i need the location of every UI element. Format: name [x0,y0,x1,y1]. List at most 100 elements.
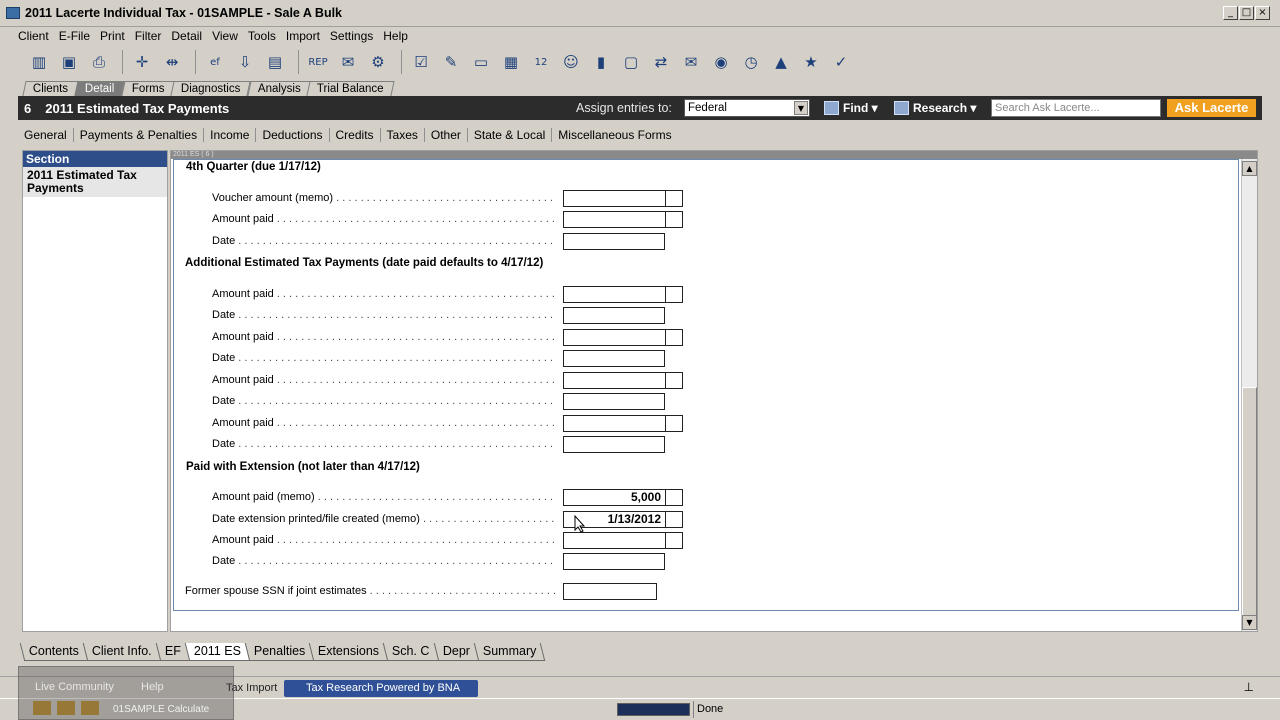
client-list-icon[interactable]: ▥ [26,49,52,75]
tab-clients[interactable]: Clients [22,81,79,96]
amount-paid-input[interactable] [563,286,666,303]
chart-icon[interactable]: ▮ [588,49,614,75]
ask-lacerte-button[interactable]: Ask Lacerte [1167,99,1256,117]
category-credits[interactable]: Credits [330,128,381,142]
date-input[interactable] [563,307,665,324]
menu-efile[interactable]: E-File [59,29,90,43]
tab-2011-es[interactable]: 2011 ES [184,643,251,661]
category-income[interactable]: Income [204,128,257,142]
move-icon[interactable]: ✛ [129,49,155,75]
category-deductions[interactable]: Deductions [256,128,330,142]
maximize-button[interactable]: □ [1239,6,1254,20]
efile-icon[interactable]: ef [202,49,228,75]
resize-icon[interactable]: ⇹ [159,49,185,75]
scroll-down-icon[interactable]: ▼ [1242,615,1257,630]
tab-contents[interactable]: Contents [19,643,89,661]
category-state-local[interactable]: State & Local [468,128,553,142]
amount-paid-input[interactable] [563,329,666,346]
menu-client[interactable]: Client [18,29,49,43]
research-button[interactable]: Research ▾ [894,101,976,115]
tab-forms[interactable]: Forms [120,81,175,96]
organizer-icon[interactable]: ✉ [335,49,361,75]
search-input[interactable]: Search Ask Lacerte... [991,99,1161,117]
folder-icon[interactable]: ▢ [618,49,644,75]
field-flag-box[interactable] [665,211,683,228]
tab-summary[interactable]: Summary [473,643,546,661]
date-input[interactable] [563,553,665,570]
check-icon[interactable]: ✓ [828,49,854,75]
tab-penalties[interactable]: Penalties [244,643,315,661]
menu-view[interactable]: View [212,29,238,43]
help-button[interactable]: Help [141,681,164,693]
field-flag-box[interactable] [665,415,683,432]
section-item[interactable]: 2011 Estimated Tax Payments [23,167,167,197]
report-icon[interactable]: REP [305,49,331,75]
field-flag-box[interactable] [665,329,683,346]
chevron-down-icon[interactable]: ▼ [794,101,808,115]
category-taxes[interactable]: Taxes [381,128,425,142]
field-flag-box[interactable] [665,532,683,549]
menu-settings[interactable]: Settings [330,29,373,43]
number-icon[interactable]: 12 [528,49,554,75]
live-community-button[interactable]: Live Community [35,681,114,693]
vertical-scrollbar[interactable]: ▲ ▼ [1241,159,1257,631]
alert-icon[interactable]: ▲ [768,49,794,75]
download-icon[interactable]: ⇩ [232,49,258,75]
menu-help[interactable]: Help [383,29,408,43]
category-general[interactable]: General [18,128,74,142]
menu-print[interactable]: Print [100,29,125,43]
mail-icon[interactable]: ✉ [678,49,704,75]
security-icon[interactable]: ◉ [708,49,734,75]
find-button[interactable]: Find ▾ [824,101,878,115]
field-flag-box[interactable] [665,489,683,506]
former-ssn-input[interactable] [563,583,657,600]
amount-paid-input[interactable] [563,372,666,389]
tab-analysis[interactable]: Analysis [247,81,312,96]
date-input[interactable] [563,350,665,367]
tab-client-info[interactable]: Client Info. [82,643,162,661]
document-icon[interactable]: ▤ [262,49,288,75]
date-input[interactable] [563,233,665,250]
scroll-up-icon[interactable]: ▲ [1242,161,1257,176]
category-misc-forms[interactable]: Miscellaneous Forms [552,128,677,142]
person-icon[interactable]: ☺ [558,49,584,75]
calculate-task[interactable]: 01SAMPLE Calculate [113,704,209,715]
tax-research-tab[interactable]: Tax Research Powered by BNA [284,680,479,697]
assign-select[interactable]: Federal ▼ [684,99,810,117]
amount-paid-input[interactable] [563,211,666,228]
field-flag-box[interactable] [665,286,683,303]
calculator-icon[interactable]: ▦ [498,49,524,75]
date-input[interactable] [563,436,665,453]
tools-icon[interactable]: ⚙ [365,49,391,75]
tab-sch-c[interactable]: Sch. C [383,643,440,661]
scroll-thumb[interactable] [1242,387,1257,620]
category-payments-penalties[interactable]: Payments & Penalties [74,128,205,142]
category-other[interactable]: Other [425,128,468,142]
save-icon[interactable]: ▣ [56,49,82,75]
field-flag-box[interactable] [665,372,683,389]
transfer-icon[interactable]: ⇄ [648,49,674,75]
tab-detail[interactable]: Detail [74,81,126,96]
brush-icon[interactable]: ✎ [438,49,464,75]
close-button[interactable]: × [1255,6,1270,20]
menu-detail[interactable]: Detail [171,29,202,43]
voucher-memo-input[interactable] [563,190,666,207]
tab-extensions[interactable]: Extensions [309,643,389,661]
amount-paid-input[interactable] [563,532,666,549]
date-input[interactable] [563,393,665,410]
field-flag-box[interactable] [665,190,683,207]
tab-depr[interactable]: Depr [433,643,480,661]
menu-import[interactable]: Import [286,29,320,43]
menu-filter[interactable]: Filter [135,29,162,43]
clock-icon[interactable]: ◷ [738,49,764,75]
print-icon[interactable]: ⎙ [86,49,112,75]
new-icon[interactable]: ★ [798,49,824,75]
checklist-icon[interactable]: ☑ [408,49,434,75]
amount-paid-memo-input[interactable]: 5,000 [563,489,666,506]
note-icon[interactable]: ▭ [468,49,494,75]
menu-tools[interactable]: Tools [248,29,276,43]
field-flag-box[interactable] [665,511,683,528]
tab-trial-balance[interactable]: Trial Balance [306,81,395,96]
minimize-button[interactable]: _ [1223,6,1238,20]
tab-diagnostics[interactable]: Diagnostics [170,81,252,96]
